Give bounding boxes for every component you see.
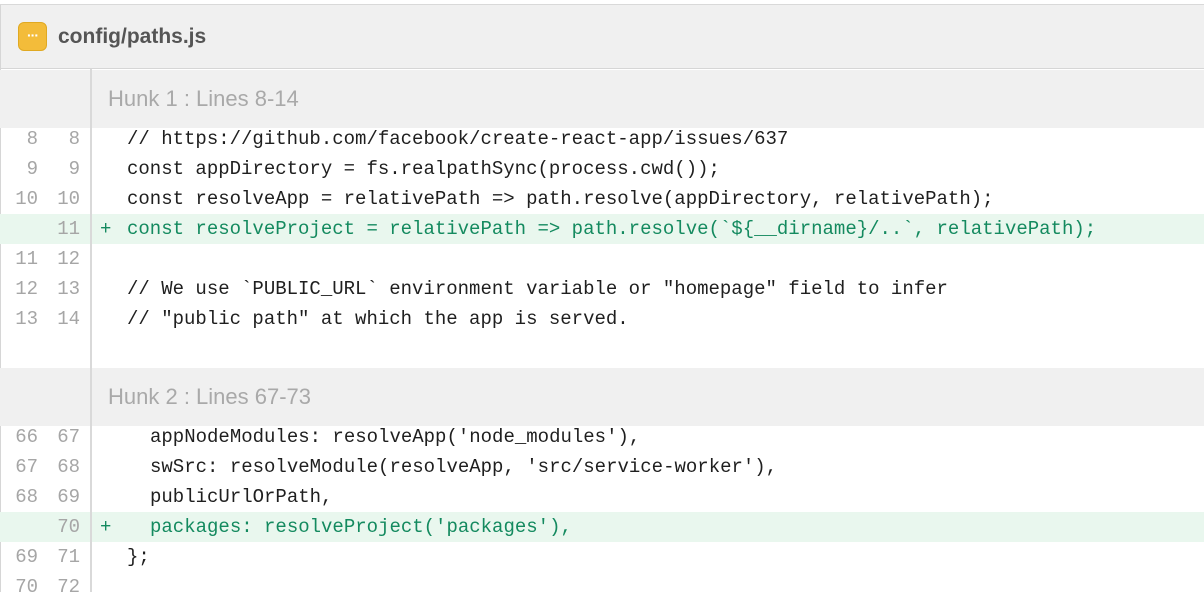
old-line-number: 10 <box>15 188 38 210</box>
more-dots-icon[interactable]: ··· <box>18 22 47 51</box>
hunk-title: Hunk 1 : Lines 8-14 <box>108 86 299 111</box>
old-line-number: 9 <box>26 158 38 180</box>
new-line-number: 14 <box>57 308 80 330</box>
hunk-header-1: Hunk 1 : Lines 8-14 <box>0 70 1204 128</box>
code-line: const resolveApp = relativePath => path.… <box>127 188 994 210</box>
file-name: config/paths.js <box>58 24 207 48</box>
new-line-number: 72 <box>57 576 80 598</box>
diff-row: 66 67 appNodeModules: resolveApp('node_m… <box>0 422 1204 452</box>
diff-row: 10 10 const resolveApp = relativePath =>… <box>0 184 1204 214</box>
new-line-number: 11 <box>57 218 80 240</box>
old-line-number: 70 <box>15 576 38 598</box>
old-line-number: 13 <box>15 308 38 330</box>
diff-row: 9 9 const appDirectory = fs.realpathSync… <box>0 154 1204 184</box>
code-line: // https://github.com/facebook/create-re… <box>127 128 789 150</box>
code-line: }; <box>127 546 150 568</box>
hunk-title: Hunk 2 : Lines 67-73 <box>108 384 312 409</box>
diff-row: 70 72 <box>0 572 1204 602</box>
added-sign: + <box>100 218 112 240</box>
diff-row-added: 11 + const resolveProject = relativePath… <box>0 214 1204 244</box>
old-line-number: 8 <box>26 128 38 150</box>
diff-row: 13 14 // "public path" at which the app … <box>0 304 1204 334</box>
old-line-number: 69 <box>15 546 38 568</box>
old-line-number: 12 <box>15 278 38 300</box>
code-line: // We use `PUBLIC_URL` environment varia… <box>127 278 948 300</box>
diff-row: 12 13 // We use `PUBLIC_URL` environment… <box>0 274 1204 304</box>
code-line: const resolveProject = relativePath => p… <box>127 218 1097 240</box>
old-line-number: 67 <box>15 456 38 478</box>
new-line-number: 69 <box>57 486 80 508</box>
diff-row: 8 8 // https://github.com/facebook/creat… <box>0 124 1204 154</box>
new-line-number: 13 <box>57 278 80 300</box>
code-line: swSrc: resolveModule(resolveApp, 'src/se… <box>150 456 778 478</box>
diff-row-added: 70 + packages: resolveProject('packages'… <box>0 512 1204 542</box>
file-header: ··· config/paths.js <box>0 5 1204 69</box>
diff-row: 67 68 swSrc: resolveModule(resolveApp, '… <box>0 452 1204 482</box>
new-line-number: 9 <box>68 158 80 180</box>
new-line-number: 71 <box>57 546 80 568</box>
new-line-number: 12 <box>57 248 80 270</box>
new-line-number: 10 <box>57 188 80 210</box>
old-line-number: 11 <box>15 248 38 270</box>
diff-row: 68 69 publicUrlOrPath, <box>0 482 1204 512</box>
new-line-number: 70 <box>57 516 80 538</box>
code-line: packages: resolveProject('packages'), <box>150 516 572 538</box>
gutter-divider <box>90 69 92 592</box>
added-sign: + <box>100 516 112 538</box>
new-line-number: 8 <box>68 128 80 150</box>
diff-row: 69 71 }; <box>0 542 1204 572</box>
new-line-number: 68 <box>57 456 80 478</box>
old-line-number: 68 <box>15 486 38 508</box>
code-line: const appDirectory = fs.realpathSync(pro… <box>127 158 720 180</box>
diff-row: 11 12 <box>0 244 1204 274</box>
code-line: appNodeModules: resolveApp('node_modules… <box>150 426 641 448</box>
code-line: publicUrlOrPath, <box>150 486 333 508</box>
hunk-header-2: Hunk 2 : Lines 67-73 <box>0 368 1204 426</box>
code-line: // "public path" at which the app is ser… <box>127 308 629 330</box>
new-line-number: 67 <box>57 426 80 448</box>
old-line-number: 66 <box>15 426 38 448</box>
